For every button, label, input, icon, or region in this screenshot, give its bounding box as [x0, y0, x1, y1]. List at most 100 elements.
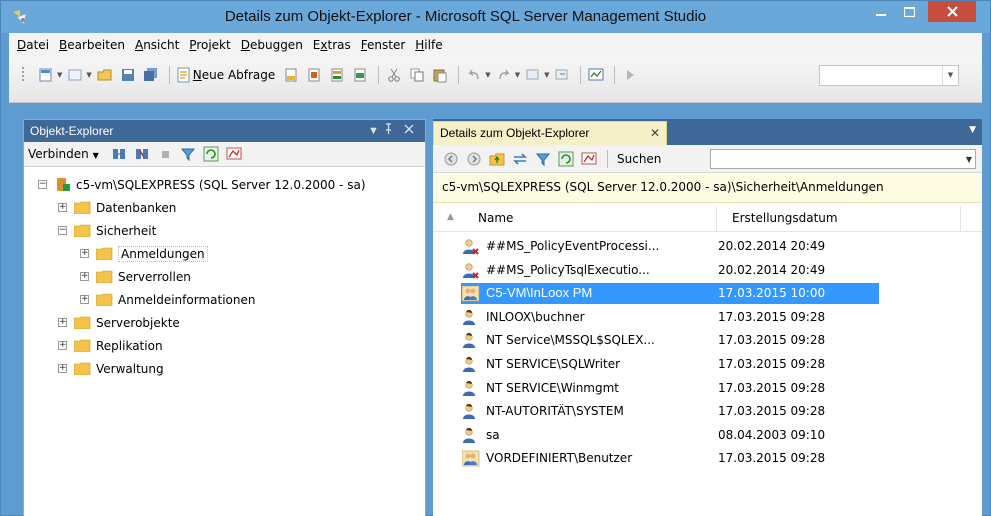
tab-object-explorer-details[interactable]: Details zum Objekt-Explorer ✕ — [433, 121, 667, 145]
toolbar-separator — [458, 66, 460, 84]
pin-icon[interactable] — [384, 120, 393, 142]
up-folder-icon[interactable] — [487, 149, 507, 169]
table-row[interactable]: ##MS_PolicyEventProcessi... 20.02.2014 20… — [433, 235, 982, 259]
cut-icon[interactable] — [384, 65, 404, 85]
expand-icon[interactable]: + — [58, 364, 67, 373]
undo-icon[interactable] — [464, 65, 484, 85]
new-query-button[interactable]: Neue Abfrage — [175, 67, 275, 83]
tree-node-databases[interactable]: + Datenbanken — [24, 196, 425, 219]
tree-node-server[interactable]: − c5-vm\SQLEXPRESS (SQL Server 12.0.2000… — [24, 173, 425, 196]
redo-dropdown-icon[interactable]: ▼ — [515, 71, 520, 79]
collapse-icon[interactable]: − — [58, 226, 67, 235]
filter-icon[interactable] — [178, 144, 198, 164]
menu-item-datei[interactable]: Datei — [17, 38, 57, 52]
open-file-icon[interactable] — [95, 65, 115, 85]
login-name: ##MS_PolicyTsqlExecutio... — [486, 262, 650, 277]
navigate-dropdown-icon[interactable]: ▼ — [544, 71, 549, 79]
analysis-query-icon[interactable] — [304, 65, 324, 85]
menu-item-fenster[interactable]: Fenster — [361, 38, 414, 52]
maximize-button[interactable] — [896, 1, 923, 22]
column-header-name[interactable]: Name — [478, 211, 513, 225]
tree-node-server-roles[interactable]: + Serverrollen — [24, 265, 425, 288]
tree-node-replication[interactable]: + Replikation — [24, 334, 425, 357]
new-project-dropdown-icon[interactable]: ▼ — [57, 71, 62, 79]
tree-node-security[interactable]: − Sicherheit — [24, 219, 425, 242]
close-icon[interactable] — [404, 120, 414, 142]
forward-icon[interactable] — [464, 149, 484, 169]
xmla-query-icon[interactable] — [350, 65, 370, 85]
stop-icon[interactable] — [155, 144, 175, 164]
refresh-icon[interactable] — [556, 149, 576, 169]
table-row[interactable]: sa 08.04.2003 09:10 — [433, 424, 982, 448]
login-name: C5-VM\InLoox PM — [486, 285, 593, 301]
menu-item-hilfe[interactable]: Hilfe — [415, 38, 450, 52]
close-tab-icon[interactable]: ✕ — [650, 122, 660, 144]
refresh-icon[interactable] — [201, 144, 221, 164]
table-row[interactable]: VORDEFINIERT\Benutzer 17.03.2015 09:28 — [433, 447, 982, 471]
menu-item-projekt[interactable]: Projekt — [189, 38, 238, 52]
copy-icon[interactable] — [407, 65, 427, 85]
table-row[interactable]: NT SERVICE\SQLWriter 17.03.2015 09:28 — [433, 353, 982, 377]
expand-icon[interactable]: + — [80, 295, 89, 304]
menu-item-ansicht[interactable]: Ansicht — [135, 38, 187, 52]
close-window-button[interactable] — [928, 1, 976, 22]
table-row[interactable]: C5-VM\InLoox PM 17.03.2015 10:00 — [433, 282, 982, 306]
title-bar[interactable]: Details zum Objekt-Explorer - Microsoft … — [1, 1, 990, 33]
creation-date: 17.03.2015 09:28 — [718, 451, 826, 466]
stop-icon[interactable] — [579, 149, 599, 169]
credentials-label: Anmeldeinformationen — [118, 292, 256, 307]
tab-list-dropdown-icon[interactable]: ▼ — [969, 125, 976, 135]
save-all-icon[interactable] — [141, 65, 161, 85]
mdx-query-icon[interactable] — [327, 65, 347, 85]
add-item-icon[interactable] — [65, 65, 85, 85]
object-explorer-header: Objekt-Explorer ▼ — [24, 120, 425, 142]
collapse-icon[interactable]: − — [38, 180, 47, 189]
table-row[interactable]: NT SERVICE\Winmgmt 17.03.2015 09:28 — [433, 377, 982, 401]
filter-icon[interactable] — [533, 149, 553, 169]
expand-icon[interactable]: + — [58, 203, 67, 212]
back-icon[interactable] — [441, 149, 461, 169]
table-row[interactable]: NT-AUTORITÄT\SYSTEM 17.03.2015 09:28 — [433, 400, 982, 424]
sync-icon[interactable] — [510, 149, 530, 169]
save-icon[interactable] — [118, 65, 138, 85]
new-project-icon[interactable] — [36, 65, 56, 85]
table-row[interactable]: ##MS_PolicyTsqlExecutio... 20.02.2014 20:… — [433, 259, 982, 283]
expand-icon[interactable]: + — [58, 341, 67, 350]
navigate-backward-icon[interactable] — [523, 65, 543, 85]
search-input[interactable]: ▼ — [710, 149, 976, 169]
server-objects-label: Serverobjekte — [96, 315, 180, 330]
start-debugging-icon[interactable] — [620, 65, 640, 85]
expand-icon[interactable]: + — [58, 318, 67, 327]
menu-item-extras[interactable]: Extras — [313, 38, 359, 52]
expand-icon[interactable]: + — [80, 249, 89, 258]
redo-icon[interactable] — [494, 65, 514, 85]
undo-dropdown-icon[interactable]: ▼ — [485, 71, 490, 79]
activity-monitor-icon[interactable] — [586, 65, 606, 85]
database-engine-query-icon[interactable] — [281, 65, 301, 85]
column-divider[interactable] — [716, 206, 717, 232]
tree-node-server-objects[interactable]: + Serverobjekte — [24, 311, 425, 334]
chevron-down-icon[interactable]: ▼ — [942, 66, 958, 85]
tree-node-credentials[interactable]: + Anmeldeinformationen — [24, 288, 425, 311]
add-item-dropdown-icon[interactable]: ▼ — [86, 71, 91, 79]
connect-object-explorer-icon[interactable] — [109, 144, 129, 164]
column-divider[interactable] — [960, 206, 961, 232]
activity-monitor-icon[interactable] — [224, 144, 244, 164]
expand-icon[interactable]: + — [80, 272, 89, 281]
disconnect-icon[interactable] — [132, 144, 152, 164]
tree-node-logins[interactable]: + Anmeldungen — [24, 242, 425, 265]
login-name: VORDEFINIERT\Benutzer — [486, 451, 633, 466]
table-row[interactable]: NT Service\MSSQL$SQLEX... 17.03.2015 09:2… — [433, 329, 982, 353]
tree-node-management[interactable]: + Verwaltung — [24, 357, 425, 380]
column-header-created[interactable]: Erstellungsdatum — [732, 211, 838, 225]
menu-item-debuggen[interactable]: Debuggen — [241, 38, 311, 52]
paste-icon[interactable] — [430, 65, 450, 85]
connect-button[interactable]: Verbinden ▼ — [28, 147, 99, 161]
chevron-down-icon[interactable]: ▼ — [966, 155, 972, 164]
table-row[interactable]: INLOOX\buchner 17.03.2015 09:28 — [433, 306, 982, 330]
window-position-dropdown-icon[interactable]: ▼ — [368, 120, 379, 142]
navigate-forward-icon[interactable] — [552, 65, 572, 85]
menu-item-bearbeiten[interactable]: Bearbeiten — [59, 38, 133, 52]
minimize-button[interactable] — [867, 1, 894, 22]
solution-configurations-combo[interactable]: ▼ — [819, 65, 959, 86]
